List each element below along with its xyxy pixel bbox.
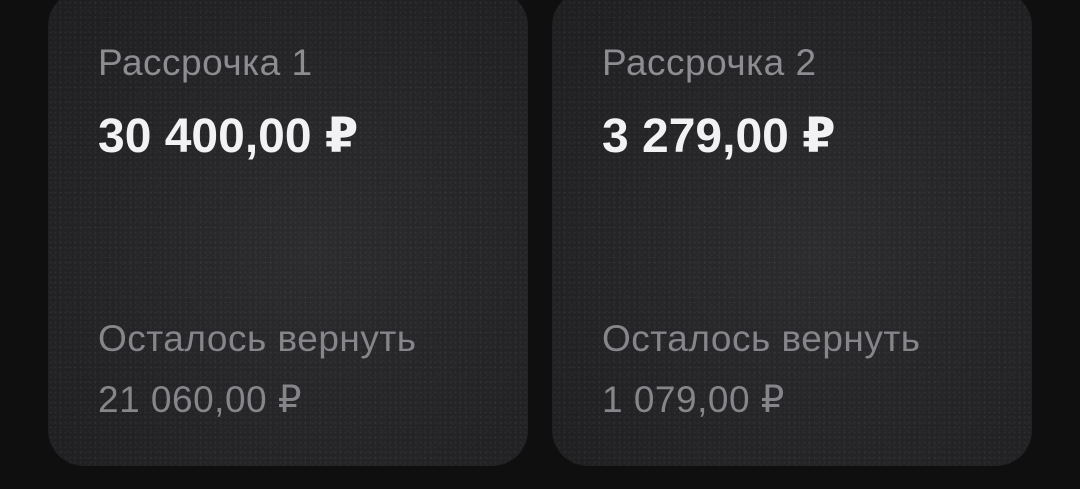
installment-amount: 30 400,00 ₽ [98,110,359,163]
installment-title: Рассрочка 2 [602,42,817,83]
installments-row: Рассрочка 1 30 400,00 ₽ Осталось вернуть… [0,0,1080,489]
installment-amount: 3 279,00 ₽ [602,110,836,163]
installment-title: Рассрочка 1 [98,42,313,83]
installment-card-2[interactable]: Рассрочка 2 3 279,00 ₽ Осталось вернуть … [552,0,1032,466]
installment-card-1[interactable]: Рассрочка 1 30 400,00 ₽ Осталось вернуть… [48,0,528,466]
remaining-value: 21 060,00 ₽ [98,379,302,420]
remaining-label: Осталось вернуть [98,318,417,359]
remaining-label: Осталось вернуть [602,318,921,359]
remaining-value: 1 079,00 ₽ [602,379,785,420]
